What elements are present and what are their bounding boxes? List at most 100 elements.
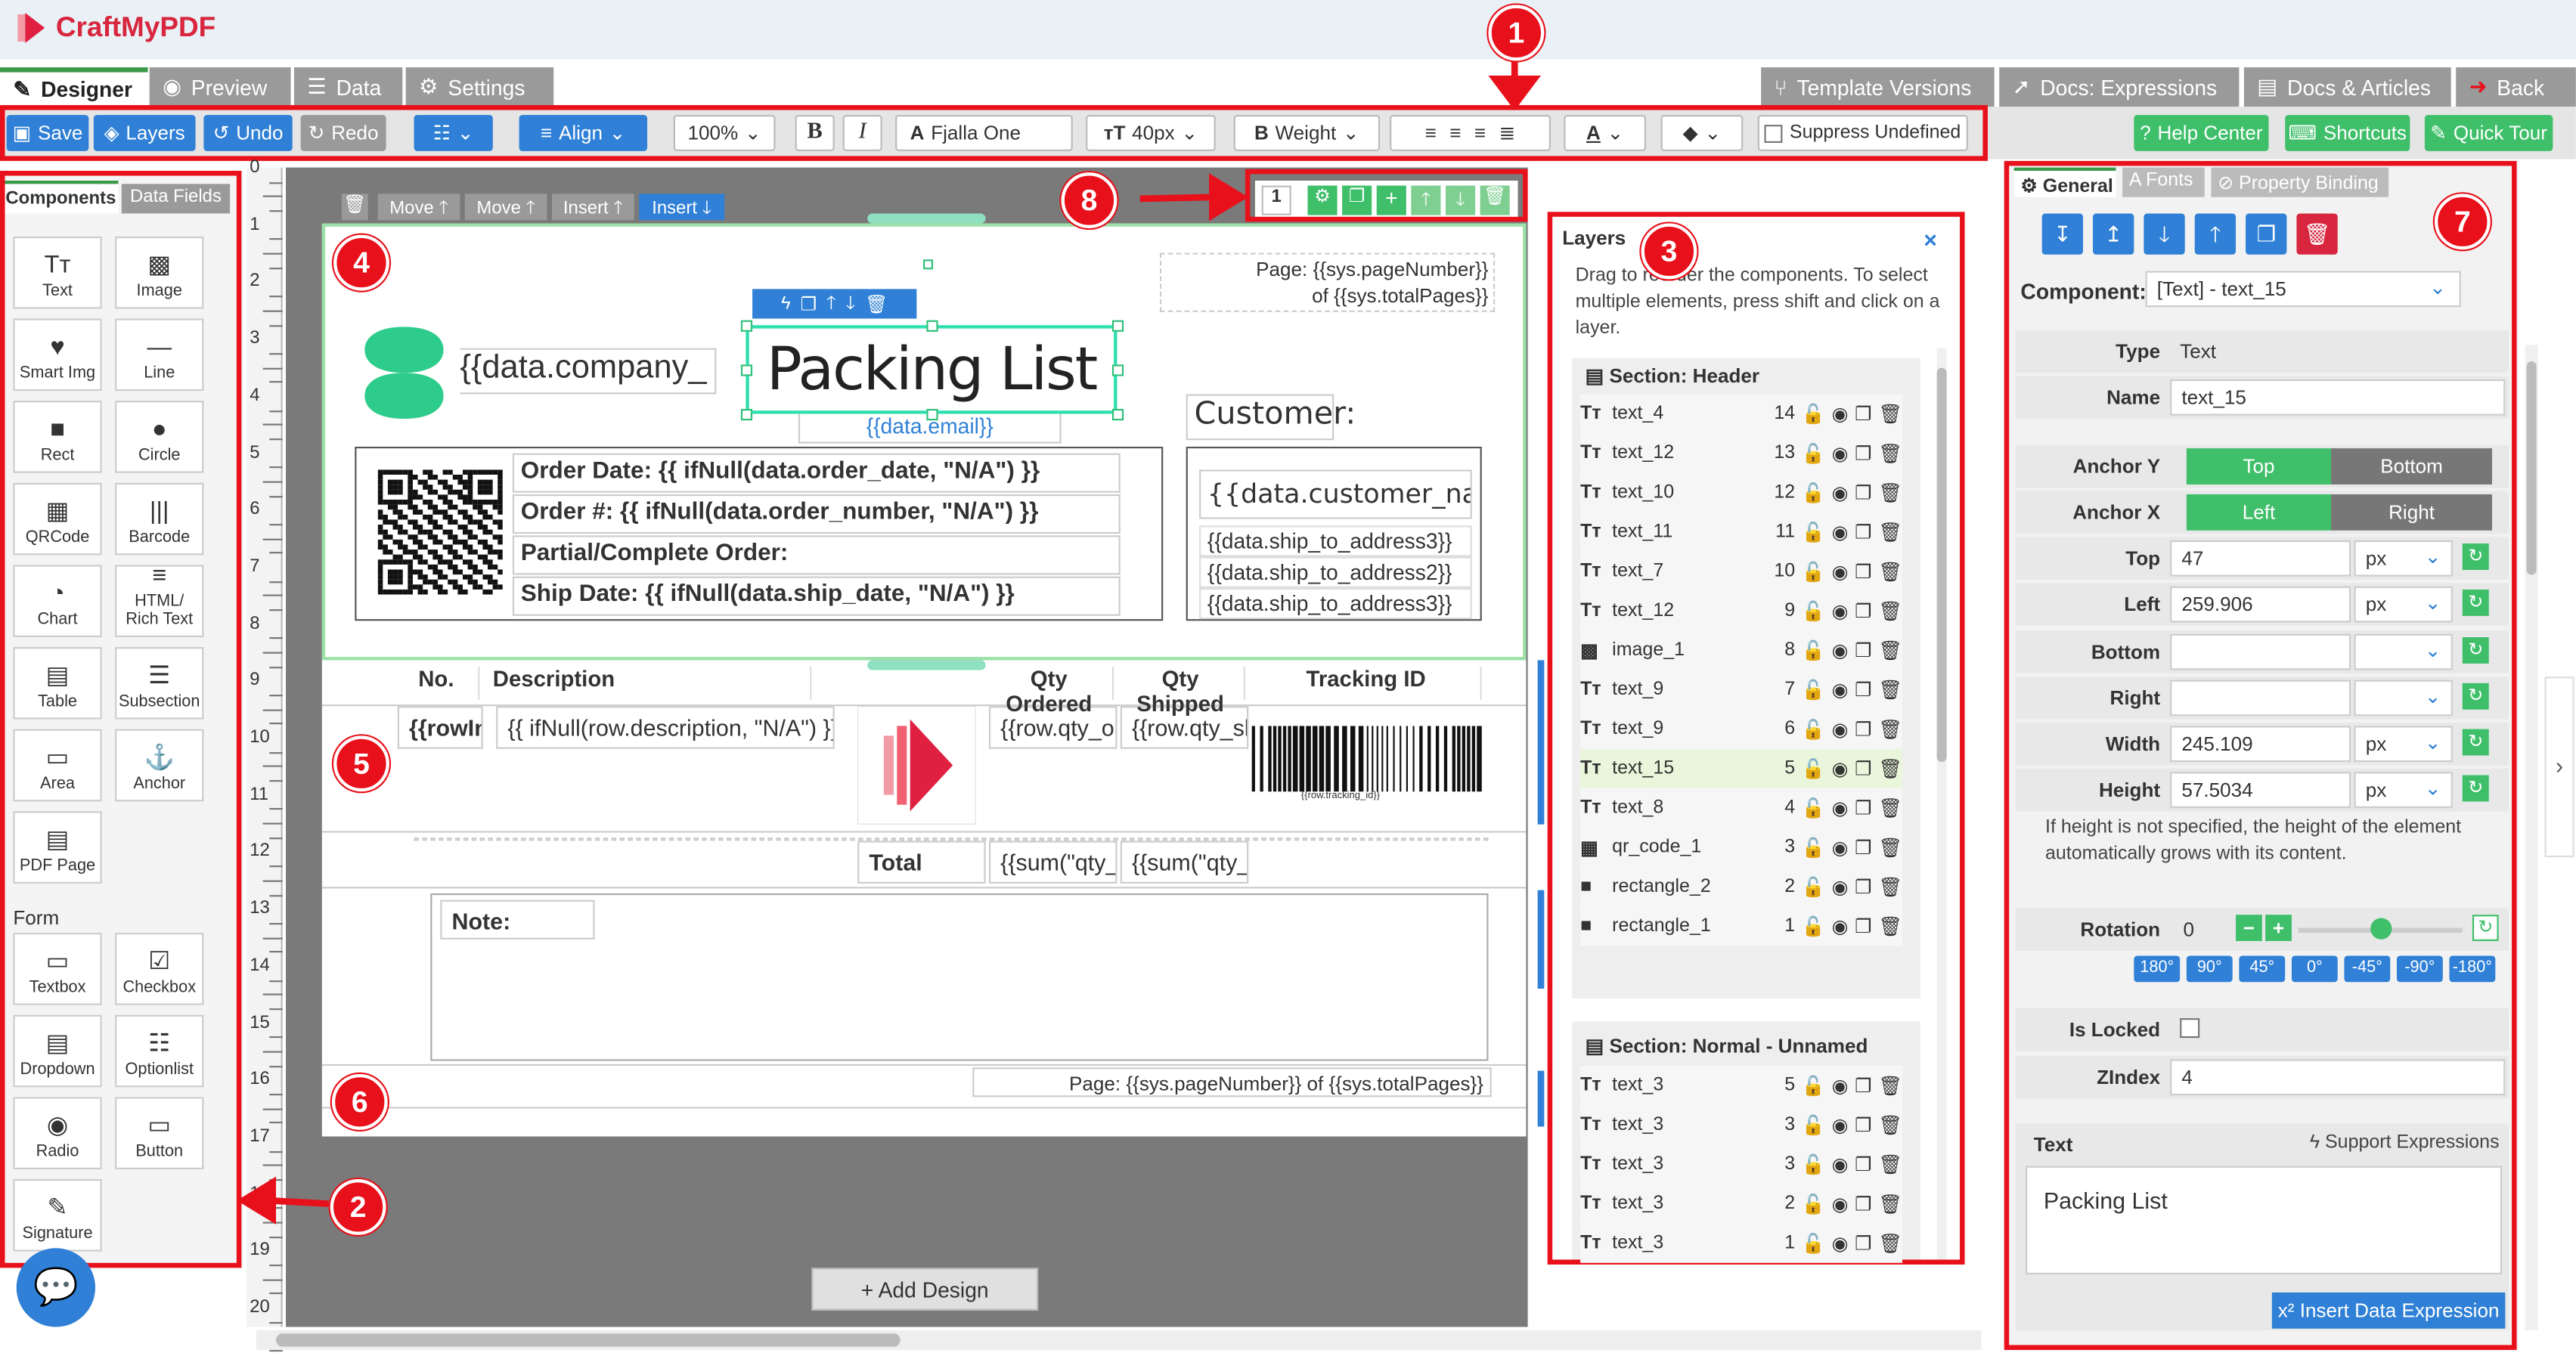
layer-row[interactable]: Tт text_4 14 🔓 ◉ ❐ 🗑 bbox=[1580, 394, 1902, 434]
unit-select[interactable]: px ⌄ bbox=[2354, 772, 2453, 808]
lock-icon[interactable]: 🔓 bbox=[1802, 757, 1825, 780]
copy-icon[interactable]: ❐ bbox=[1855, 639, 1871, 662]
eye-icon[interactable]: ◉ bbox=[1832, 599, 1849, 622]
lock-icon[interactable]: 🔓 bbox=[1802, 1113, 1825, 1136]
trash-icon[interactable]: 🗑 bbox=[1878, 757, 1902, 780]
layer-row[interactable]: Tт text_9 6 🔓 ◉ ❐ 🗑 bbox=[1580, 709, 1902, 749]
delete-icon[interactable]: 🗑 bbox=[2296, 213, 2338, 255]
layer-row[interactable]: ▦ qr_code_1 3 🔓 ◉ ❐ 🗑 bbox=[1580, 828, 1902, 868]
eye-icon[interactable]: ◉ bbox=[1832, 1113, 1849, 1136]
eye-icon[interactable]: ◉ bbox=[1832, 1192, 1849, 1215]
copy-icon[interactable]: ❐ bbox=[1855, 402, 1871, 426]
trash-icon[interactable]: 🗑 bbox=[1878, 1192, 1902, 1215]
eye-icon[interactable]: ◉ bbox=[1832, 639, 1849, 662]
copy-icon[interactable]: ❐ bbox=[1855, 441, 1871, 465]
lock-icon[interactable]: 🔓 bbox=[1802, 1192, 1825, 1215]
layer-row[interactable]: Tт text_3 1 🔓 ◉ ❐ 🗑 bbox=[1580, 1223, 1902, 1263]
bring-forward-icon[interactable]: ↥ bbox=[2093, 213, 2134, 255]
lock-icon[interactable]: 🔓 bbox=[1802, 678, 1825, 701]
trash-icon[interactable]: 🗑 bbox=[1878, 639, 1902, 662]
arrow-up-icon[interactable]: 🡑 bbox=[2194, 213, 2237, 255]
reset-icon[interactable]: ↻ bbox=[2462, 729, 2489, 756]
eye-icon[interactable]: ◉ bbox=[1832, 915, 1849, 938]
trash-icon[interactable]: 🗑 bbox=[1878, 678, 1902, 701]
reset-icon[interactable]: ↻ bbox=[2462, 637, 2489, 664]
eye-icon[interactable]: ◉ bbox=[1832, 717, 1849, 741]
layer-row[interactable]: Tт text_3 2 🔓 ◉ ❐ 🗑 bbox=[1580, 1184, 1902, 1224]
layer-row[interactable]: Tт text_15 5 🔓 ◉ ❐ 🗑 bbox=[1580, 748, 1902, 788]
eye-icon[interactable]: ◉ bbox=[1832, 1153, 1849, 1176]
trash-icon[interactable]: 🗑 bbox=[1878, 797, 1902, 819]
copy-icon[interactable]: ❐ bbox=[1855, 1113, 1871, 1136]
eye-icon[interactable]: ◉ bbox=[1832, 757, 1849, 780]
copy-icon[interactable]: ❐ bbox=[1855, 757, 1871, 780]
layer-row[interactable]: Tт text_3 5 🔓 ◉ ❐ 🗑 bbox=[1580, 1066, 1902, 1106]
eye-icon[interactable]: ◉ bbox=[1832, 1074, 1849, 1097]
lock-icon[interactable]: 🔓 bbox=[1802, 521, 1825, 543]
left-input[interactable]: 259.906 bbox=[2170, 586, 2351, 623]
reset-icon[interactable]: ↻ bbox=[2462, 589, 2489, 616]
copy-icon[interactable]: ❐ bbox=[1855, 1074, 1871, 1097]
angle-preset-button[interactable]: -45° bbox=[2344, 955, 2391, 983]
lock-icon[interactable]: 🔓 bbox=[1802, 1153, 1825, 1176]
copy-icon[interactable]: ❐ bbox=[1855, 1192, 1871, 1215]
angle-preset-button[interactable]: 90° bbox=[2186, 955, 2233, 983]
eye-icon[interactable]: ◉ bbox=[1832, 836, 1849, 859]
trash-icon[interactable]: 🗑 bbox=[1878, 1113, 1902, 1136]
lock-icon[interactable]: 🔓 bbox=[1802, 915, 1825, 938]
arrow-down-icon[interactable]: 🡓 bbox=[2144, 213, 2185, 255]
lock-icon[interactable]: 🔓 bbox=[1802, 402, 1825, 426]
layer-row[interactable]: Tт text_10 12 🔓 ◉ ❐ 🗑 bbox=[1580, 472, 1902, 512]
angle-preset-button[interactable]: -180° bbox=[2449, 955, 2496, 983]
angle-preset-button[interactable]: 180° bbox=[2134, 955, 2181, 983]
copy-icon[interactable]: ❐ bbox=[1855, 1153, 1871, 1176]
layer-row[interactable]: Tт text_8 4 🔓 ◉ ❐ 🗑 bbox=[1580, 788, 1902, 828]
copy-icon[interactable]: ❐ bbox=[1855, 875, 1871, 898]
lock-icon[interactable]: 🔓 bbox=[1802, 599, 1825, 622]
eye-icon[interactable]: ◉ bbox=[1832, 1232, 1849, 1255]
layer-row[interactable]: Tт text_9 7 🔓 ◉ ❐ 🗑 bbox=[1580, 670, 1902, 710]
eye-icon[interactable]: ◉ bbox=[1832, 481, 1849, 504]
eye-icon[interactable]: ◉ bbox=[1832, 441, 1849, 465]
layer-row[interactable]: ■ rectangle_1 1 🔓 ◉ ❐ 🗑 bbox=[1580, 906, 1902, 946]
copy-icon[interactable]: ❐ bbox=[1855, 481, 1871, 504]
unit-select[interactable]: ⌄ bbox=[2354, 680, 2453, 717]
trash-icon[interactable]: 🗑 bbox=[1878, 1074, 1902, 1097]
reset-icon[interactable]: ↻ bbox=[2462, 775, 2489, 802]
copy-icon[interactable]: ❐ bbox=[1855, 599, 1871, 622]
trash-icon[interactable]: 🗑 bbox=[1878, 521, 1902, 543]
trash-icon[interactable]: 🗑 bbox=[1878, 560, 1902, 583]
width-input[interactable]: 245.109 bbox=[2170, 726, 2351, 763]
top-input[interactable]: 47 bbox=[2170, 540, 2351, 577]
layer-row[interactable]: Tт text_12 9 🔓 ◉ ❐ 🗑 bbox=[1580, 591, 1902, 631]
eye-icon[interactable]: ◉ bbox=[1832, 402, 1849, 426]
height-input[interactable]: 57.5034 bbox=[2170, 772, 2351, 808]
trash-icon[interactable]: 🗑 bbox=[1878, 1232, 1902, 1255]
right-input[interactable] bbox=[2170, 680, 2351, 717]
trash-icon[interactable]: 🗑 bbox=[1878, 599, 1902, 622]
unit-select[interactable]: px ⌄ bbox=[2354, 586, 2453, 623]
copy-icon[interactable]: ❐ bbox=[1855, 717, 1871, 741]
eye-icon[interactable]: ◉ bbox=[1832, 560, 1849, 583]
lock-icon[interactable]: 🔓 bbox=[1802, 797, 1825, 819]
trash-icon[interactable]: 🗑 bbox=[1878, 915, 1902, 938]
angle-preset-button[interactable]: 0° bbox=[2291, 955, 2338, 983]
eye-icon[interactable]: ◉ bbox=[1832, 678, 1849, 701]
copy-icon[interactable]: ❐ bbox=[1855, 1232, 1871, 1255]
copy-icon[interactable]: ❐ bbox=[1855, 797, 1871, 819]
lock-icon[interactable]: 🔓 bbox=[1802, 836, 1825, 859]
copy-icon[interactable]: ❐ bbox=[1855, 915, 1871, 938]
lock-icon[interactable]: 🔓 bbox=[1802, 1232, 1825, 1255]
trash-icon[interactable]: 🗑 bbox=[1878, 717, 1902, 741]
lock-icon[interactable]: 🔓 bbox=[1802, 1074, 1825, 1097]
lock-icon[interactable]: 🔓 bbox=[1802, 560, 1825, 583]
bottom-input[interactable] bbox=[2170, 633, 2351, 670]
layer-row[interactable]: Tт text_3 3 🔓 ◉ ❐ 🗑 bbox=[1580, 1105, 1902, 1145]
reset-icon[interactable]: ↻ bbox=[2462, 683, 2489, 710]
unit-select[interactable]: ⌄ bbox=[2354, 633, 2453, 670]
eye-icon[interactable]: ◉ bbox=[1832, 875, 1849, 898]
angle-preset-button[interactable]: 45° bbox=[2239, 955, 2286, 983]
trash-icon[interactable]: 🗑 bbox=[1878, 441, 1902, 465]
eye-icon[interactable]: ◉ bbox=[1832, 521, 1849, 543]
lock-icon[interactable]: 🔓 bbox=[1802, 481, 1825, 504]
